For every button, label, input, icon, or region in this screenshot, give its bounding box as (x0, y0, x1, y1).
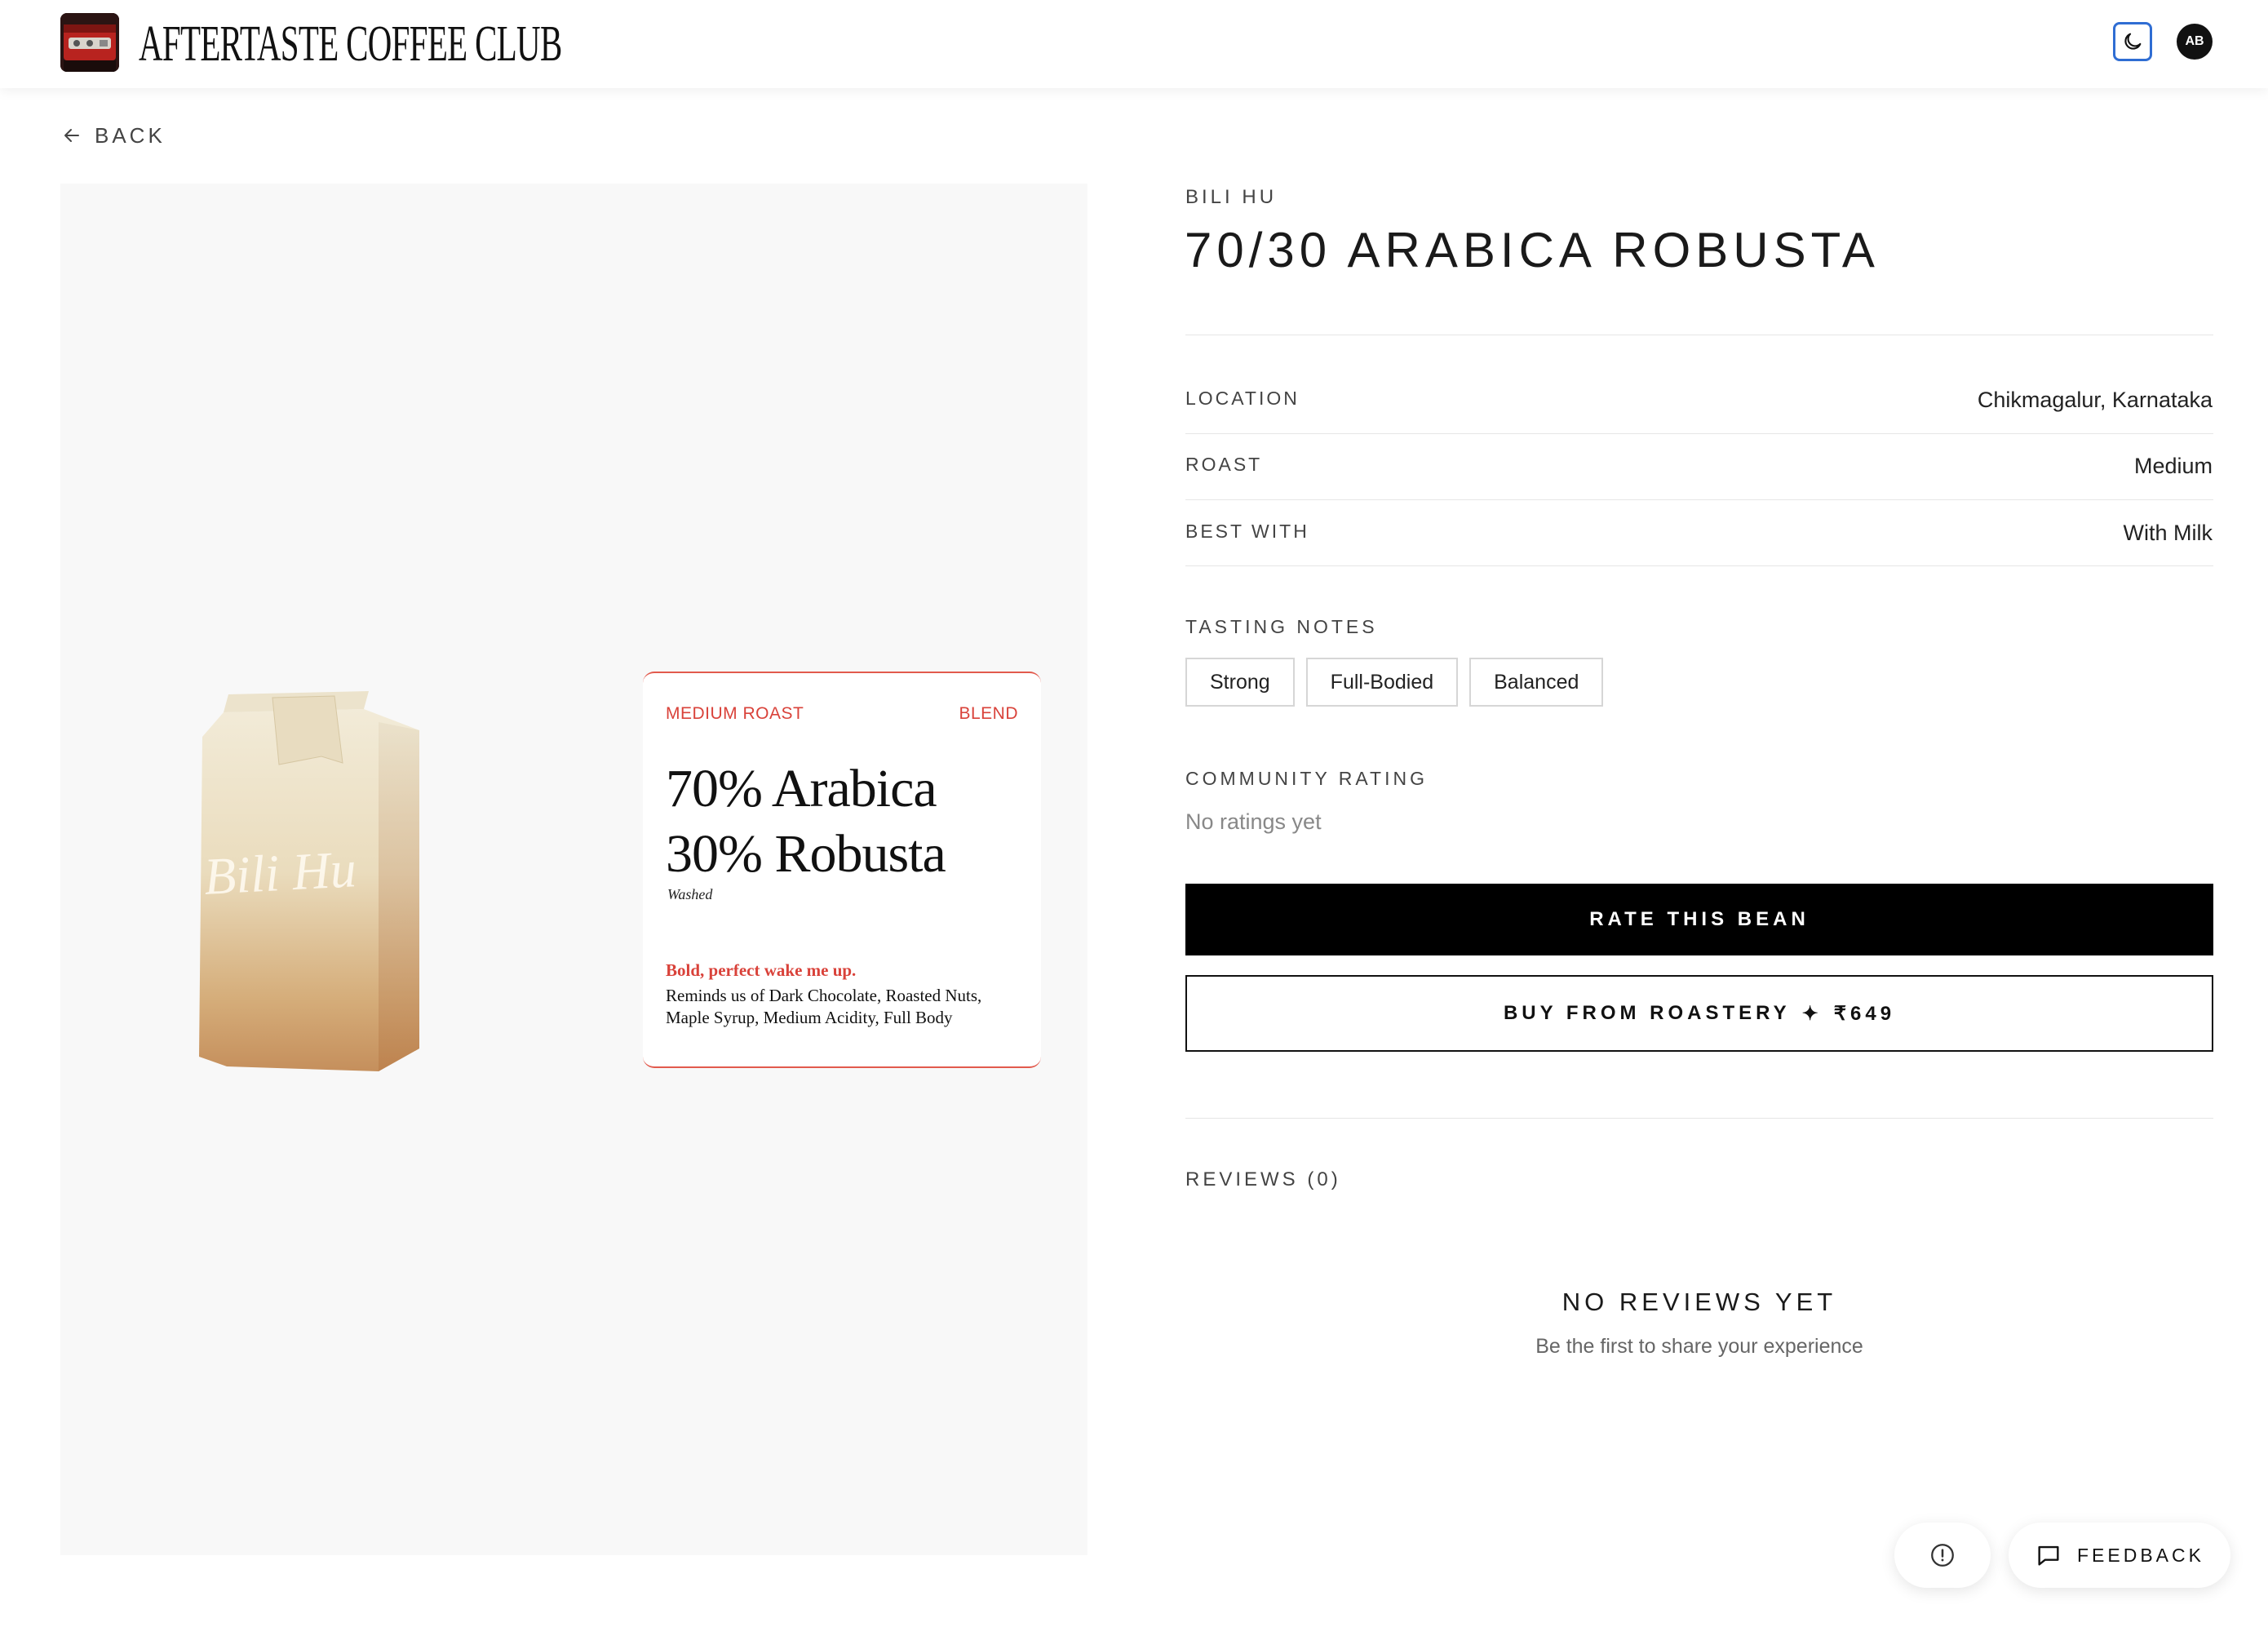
divider (1185, 433, 2213, 434)
buy-button-label: BUY FROM ROASTERY (1503, 1002, 1791, 1024)
rate-bean-button[interactable]: RATE THIS BEAN (1185, 884, 2213, 955)
info-button[interactable] (1894, 1523, 1991, 1588)
info-circle-icon (1931, 1544, 1954, 1567)
tasting-note-chip: Balanced (1469, 658, 1604, 707)
user-avatar[interactable]: AB (2177, 24, 2213, 60)
community-rating-label: COMMUNITY RATING (1185, 768, 1428, 789)
attr-value-roast: Medium (2133, 454, 2213, 478)
card-blend-line-2: 30% Robusta (666, 824, 946, 884)
community-rating-value: No ratings yet (1185, 809, 1322, 834)
back-label: BACK (95, 122, 166, 148)
empty-reviews-subtitle: Be the first to share your experience (1535, 1335, 1863, 1358)
arrow-left-icon (64, 129, 79, 142)
card-description: Reminds us of Dark Chocolate, Roasted Nu… (666, 986, 982, 1027)
divider (1185, 499, 2213, 500)
reviews-heading: REVIEWS (0) (1185, 1168, 1341, 1190)
back-link[interactable]: BACK (62, 122, 166, 149)
sparkle-icon: ✦ (1801, 1002, 1823, 1025)
empty-reviews-title: NO REVIEWS YET (1561, 1288, 1837, 1316)
moon-icon (2124, 33, 2142, 50)
bag-brand-script: Bili Hu (202, 840, 358, 906)
espresso-machine-logo-icon[interactable] (60, 13, 119, 72)
card-process: Washed (667, 886, 713, 902)
tasting-note-chip: Strong (1185, 658, 1295, 707)
attr-label-best-with: BEST WITH (1185, 521, 1309, 542)
card-tagline: Bold, perfect wake me up. (666, 960, 857, 980)
chat-bubble-icon (2038, 1545, 2059, 1566)
tasting-note-chip: Full-Bodied (1305, 658, 1459, 707)
top-header: AFTERTASTE COFFEE CLUB AB (0, 0, 2268, 88)
attr-label-location: LOCATION (1185, 388, 1300, 409)
brand-name[interactable]: AFTERTASTE COFFEE CLUB (139, 11, 562, 77)
product-label-card: MEDIUM ROAST BLEND 70% Arabica 30% Robus… (643, 672, 1041, 1068)
buy-button-price: ₹649 (1833, 1002, 1896, 1025)
card-blend-line-1: 70% Arabica (666, 759, 937, 818)
feedback-button[interactable]: FEEDBACK (2009, 1523, 2230, 1588)
product-image-panel: Bili Hu MEDIUM ROAST BLEND 70% Arabica 3… (60, 184, 1087, 1555)
card-roast-level: MEDIUM ROAST (666, 704, 804, 723)
card-coffee-type: BLEND (959, 704, 1018, 723)
attr-value-location: Chikmagalur, Karnataka (1977, 388, 2213, 412)
attr-label-roast: ROAST (1185, 454, 1263, 475)
divider (1185, 1118, 2213, 1119)
attr-value-best-with: With Milk (2123, 521, 2213, 545)
tasting-notes-list: Strong Full-Bodied Balanced (1185, 658, 1604, 707)
roaster-name[interactable]: BILI HU (1185, 186, 1277, 209)
feedback-label: FEEDBACK (2077, 1544, 2204, 1566)
product-title: 70/30 ARABICA ROBUSTA (1185, 223, 1880, 277)
divider (1185, 565, 2213, 566)
buy-from-roastery-button[interactable]: BUY FROM ROASTERY ✦ ₹649 (1185, 975, 2213, 1052)
tasting-notes-label: TASTING NOTES (1185, 616, 1378, 637)
theme-toggle-button[interactable] (2113, 22, 2152, 61)
